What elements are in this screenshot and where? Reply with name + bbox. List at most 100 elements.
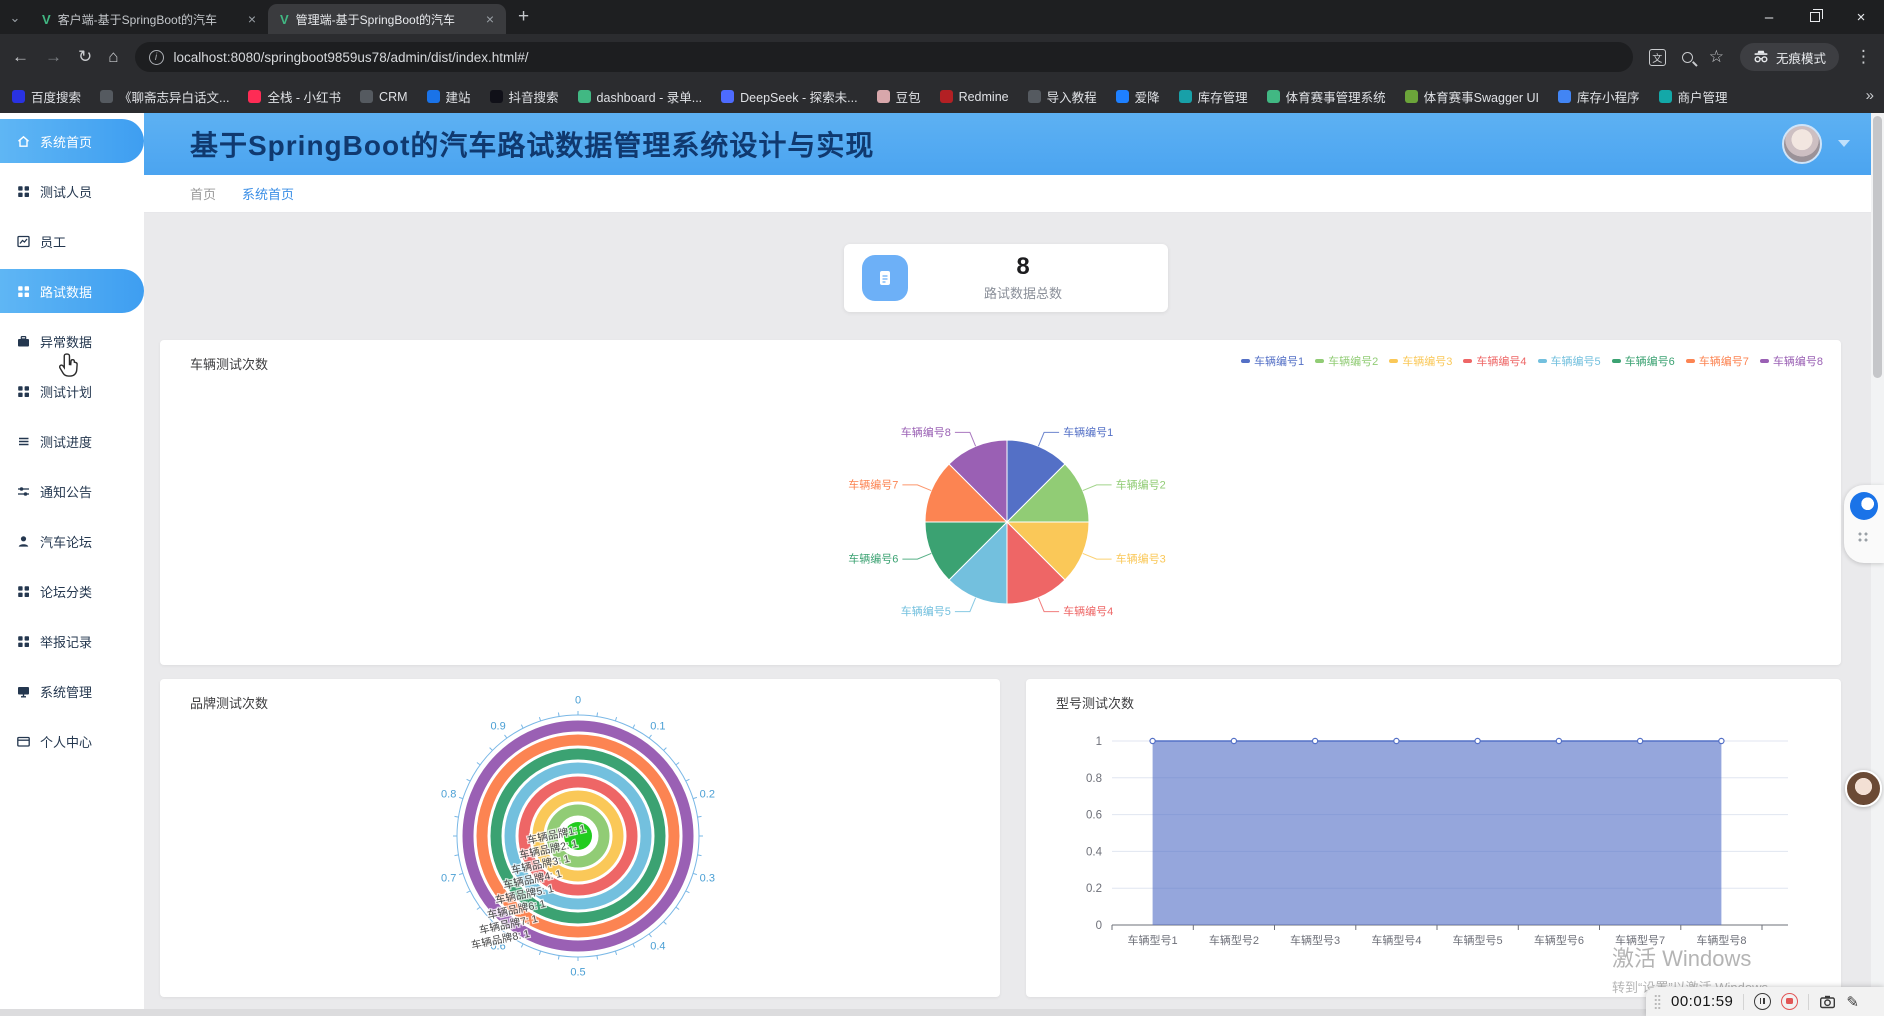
menu-dots-icon[interactable]: ⋮ <box>1855 47 1872 67</box>
page-scrollbar[interactable] <box>1871 113 1884 1016</box>
user-avatar[interactable] <box>1782 124 1822 164</box>
sidebar: 系统首页测试人员员工路试数据异常数据测试计划测试进度通知公告汽车论坛论坛分类举报… <box>0 113 144 1016</box>
avatar-dropdown-caret-icon[interactable] <box>1838 140 1850 147</box>
tab-strip: V客户端-基于SpringBoot的汽车×V管理端-基于SpringBoot的汽… <box>30 4 506 34</box>
tab-search-chevron-icon[interactable]: ⌄ <box>0 10 30 34</box>
bookmark-item[interactable]: 豆包 <box>877 87 921 106</box>
bookmark-item[interactable]: 体育赛事管理系统 <box>1267 87 1386 106</box>
legend-item[interactable]: 车辆编号1 <box>1241 353 1304 369</box>
bookmark-item[interactable]: dashboard - 录单... <box>578 87 703 106</box>
scrollbar-thumb[interactable] <box>1873 116 1882 378</box>
bookmark-item[interactable]: CRM <box>360 90 407 104</box>
new-tab-button[interactable]: + <box>506 6 543 34</box>
pencil-icon[interactable]: ✎ <box>1846 993 1859 1011</box>
bookmark-item[interactable]: 全栈 - 小红书 <box>248 87 341 106</box>
incognito-badge: 无痕模式 <box>1740 43 1839 71</box>
legend-item[interactable]: 车辆编号8 <box>1760 353 1823 369</box>
bookmark-item[interactable]: 《聊斋志异白话文... <box>100 87 229 106</box>
vue-favicon-icon: V <box>42 12 51 27</box>
breadcrumb-home[interactable]: 首页 <box>190 184 216 203</box>
bookmark-label: CRM <box>379 90 407 104</box>
card-icon <box>16 734 31 749</box>
reload-icon[interactable]: ↻ <box>78 47 92 67</box>
browser-tab-bar: ⌄ V客户端-基于SpringBoot的汽车×V管理端-基于SpringBoot… <box>0 0 1884 34</box>
legend-item[interactable]: 车辆编号6 <box>1612 353 1675 369</box>
sidebar-item-汽车论坛[interactable]: 汽车论坛 <box>0 519 144 563</box>
restore-button[interactable] <box>1792 0 1838 34</box>
sidebar-item-个人中心[interactable]: 个人中心 <box>0 719 144 763</box>
list-icon <box>16 434 31 449</box>
tab-close-icon[interactable]: × <box>484 11 496 27</box>
svg-text:0: 0 <box>1096 920 1102 932</box>
svg-text:0.7: 0.7 <box>441 873 456 885</box>
bookmark-item[interactable]: 体育赛事Swagger UI <box>1405 87 1539 106</box>
legend-item[interactable]: 车辆编号7 <box>1686 353 1749 369</box>
camera-icon[interactable] <box>1819 994 1836 1009</box>
legend-item[interactable]: 车辆编号5 <box>1538 353 1601 369</box>
sidebar-item-测试人员[interactable]: 测试人员 <box>0 169 144 213</box>
svg-text:车辆编号8: 车辆编号8 <box>901 425 951 439</box>
sidebar-item-测试进度[interactable]: 测试进度 <box>0 419 144 463</box>
bookmark-item[interactable]: 抖音搜索 <box>490 87 559 106</box>
bookmark-label: 百度搜索 <box>31 87 81 106</box>
sidebar-item-label: 测试计划 <box>40 382 92 401</box>
home-icon[interactable]: ⌂ <box>108 47 118 67</box>
bookmark-label: 建站 <box>446 87 471 106</box>
bookmark-star-icon[interactable]: ☆ <box>1709 47 1724 67</box>
incognito-icon <box>1753 50 1769 64</box>
widget-dots-icon[interactable] <box>1857 531 1869 543</box>
bookmarks-bar: 百度搜索《聊斋志异白话文... 全栈 - 小红书 CRM 建站抖音搜索 dashboar… <box>0 80 1884 113</box>
tab-close-icon[interactable]: × <box>246 11 258 27</box>
sidebar-item-路试数据[interactable]: 路试数据 <box>0 269 144 313</box>
document-icon <box>862 255 908 301</box>
sidebar-item-系统管理[interactable]: 系统管理 <box>0 669 144 713</box>
legend-item[interactable]: 车辆编号2 <box>1315 353 1378 369</box>
bookmark-item[interactable]: 商户管理 <box>1659 87 1728 106</box>
extension-widget[interactable] <box>1844 485 1884 563</box>
bookmark-favicon-icon <box>427 90 440 103</box>
minimize-button[interactable]: – <box>1746 0 1792 34</box>
url-text[interactable]: localhost:8080/springboot9859us78/admin/… <box>174 50 529 65</box>
sidebar-item-论坛分类[interactable]: 论坛分类 <box>0 569 144 613</box>
address-bar[interactable]: i localhost:8080/springboot9859us78/admi… <box>135 42 1633 72</box>
bookmark-item[interactable]: DeepSeek - 探索未... <box>721 87 857 106</box>
bookmark-label: 库存小程序 <box>1577 87 1640 106</box>
sidebar-item-员工[interactable]: 员工 <box>0 219 144 263</box>
browser-tab[interactable]: V管理端-基于SpringBoot的汽车× <box>268 4 506 34</box>
legend-item[interactable]: 车辆编号3 <box>1389 353 1452 369</box>
person-icon <box>16 534 31 549</box>
assistant-logo-icon[interactable] <box>1850 492 1878 520</box>
bookmark-item[interactable]: 库存管理 <box>1179 87 1248 106</box>
sidebar-item-举报记录[interactable]: 举报记录 <box>0 619 144 663</box>
bookmark-item[interactable]: 导入教程 <box>1028 87 1097 106</box>
sidebar-item-label: 系统管理 <box>40 682 92 701</box>
sidebar-item-系统首页[interactable]: 系统首页 <box>0 119 144 163</box>
bookmark-item[interactable]: 建站 <box>427 87 471 106</box>
pie-chart: 车辆编号1车辆编号2车辆编号3车辆编号4车辆编号5车辆编号6车辆编号7车辆编号8 <box>797 390 1217 654</box>
svg-text:0.4: 0.4 <box>650 941 665 953</box>
svg-text:0.3: 0.3 <box>700 873 715 885</box>
recording-toolbar: 00:01:59 ✎ <box>1646 987 1884 1016</box>
site-info-icon[interactable]: i <box>149 50 164 65</box>
bookmark-item[interactable]: 爱降 <box>1116 87 1160 106</box>
bookmarks-overflow-icon[interactable]: » <box>1866 87 1874 104</box>
breadcrumb-current[interactable]: 系统首页 <box>242 184 294 203</box>
pause-icon[interactable] <box>1754 993 1771 1010</box>
close-button[interactable]: × <box>1838 0 1884 34</box>
bookmark-item[interactable]: 库存小程序 <box>1558 87 1640 106</box>
sidebar-item-通知公告[interactable]: 通知公告 <box>0 469 144 513</box>
svg-text:车辆编号4: 车辆编号4 <box>1063 604 1113 618</box>
back-icon[interactable]: ← <box>12 47 29 67</box>
legend-item[interactable]: 车辆编号4 <box>1463 353 1526 369</box>
legend-label: 车辆编号5 <box>1551 353 1601 369</box>
drag-handle[interactable] <box>1654 994 1661 1010</box>
stop-icon[interactable] <box>1781 993 1798 1010</box>
bookmark-item[interactable]: Redmine <box>940 90 1009 104</box>
zoom-icon[interactable] <box>1682 52 1693 63</box>
translate-icon[interactable]: 文 <box>1649 49 1666 66</box>
browser-tab[interactable]: V客户端-基于SpringBoot的汽车× <box>30 4 268 34</box>
page-title: 基于SpringBoot的汽车路试数据管理系统设计与实现 <box>190 124 874 164</box>
bookmark-item[interactable]: 百度搜索 <box>12 87 81 106</box>
forward-icon[interactable]: → <box>45 47 62 67</box>
floating-avatar[interactable] <box>1845 770 1882 807</box>
